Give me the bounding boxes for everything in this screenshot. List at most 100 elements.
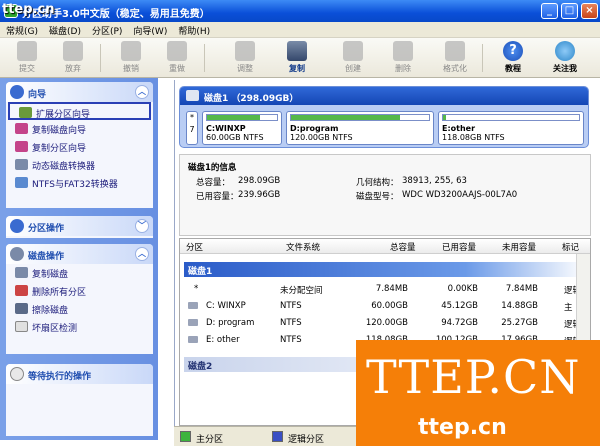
- disk-info-title: 磁盘1的信息: [188, 163, 237, 173]
- disk-ops-icon: [10, 247, 24, 261]
- pending-ops-panel: 等待执行的操作: [6, 364, 153, 436]
- logical-legend-label: 逻辑分区: [288, 435, 325, 445]
- minimize-button[interactable]: _: [541, 3, 558, 19]
- disk-ops-header[interactable]: 磁盘操作 ︿: [6, 244, 153, 264]
- maximize-button[interactable]: □: [561, 3, 578, 19]
- left-sidebar: 向导 ︿ 扩展分区向导 复制磁盘向导 复制分区向导 动态磁盘转换器 NTFS与FA…: [0, 78, 158, 440]
- disk-map-header: 磁盘1 （298.09GB）: [180, 87, 588, 105]
- create-button[interactable]: 创建: [334, 40, 372, 76]
- used-capacity: 239.96GB: [238, 190, 281, 200]
- partition-ops-header[interactable]: 分区操作 ﹀: [6, 216, 153, 236]
- logical-legend-swatch: [272, 431, 283, 442]
- toolbar-separator: [204, 44, 205, 72]
- title-bar: 分区助手3.0中文版（稳定、易用且免费） ttep.cn _ □ ×: [0, 0, 600, 22]
- table-row[interactable]: C: WINXP NTFS 60.00GB 45.12GB 14.88GB 主: [180, 298, 590, 315]
- toolbar: 提交 放弃 撤销 重做 调整 复制 创建 删除 格式化 ? 教程 关注我: [0, 38, 600, 78]
- partition-icon: [19, 107, 32, 118]
- pending-ops-header[interactable]: 等待执行的操作: [6, 364, 153, 384]
- help-icon: ?: [503, 41, 523, 61]
- menu-general[interactable]: 常规(G): [0, 22, 43, 37]
- table-row[interactable]: D: program NTFS 120.00GB 94.72GB 25.27GB 逻辑: [180, 315, 590, 332]
- copy-button[interactable]: 复制: [278, 40, 316, 76]
- menu-help[interactable]: 帮助(H): [172, 22, 215, 37]
- delete-button[interactable]: 删除: [384, 40, 422, 76]
- wizard-panel: 向导 ︿ 扩展分区向导 复制磁盘向导 复制分区向导 动态磁盘转换器 NTFS与FA…: [6, 82, 153, 208]
- disk-model: WDC WD3200AAJS-00L7A0: [402, 190, 518, 200]
- pending-icon: [10, 367, 24, 381]
- usage-bar: [442, 114, 580, 121]
- wizard-ntfs-fat32[interactable]: NTFS与FAT32转换器: [6, 174, 153, 192]
- wizard-extend-partition[interactable]: 扩展分区向导: [8, 102, 151, 120]
- wizard-icon: [10, 85, 24, 99]
- delete-all-icon: [15, 285, 28, 296]
- disk-op-wipe[interactable]: 擦除磁盘: [6, 300, 153, 318]
- convert-icon: [15, 177, 28, 188]
- collapse-chevron-icon[interactable]: ︿: [135, 85, 149, 99]
- menu-partition[interactable]: 分区(P): [86, 22, 127, 37]
- menu-wizard[interactable]: 向导(W): [127, 22, 172, 37]
- partition-ops-icon: [10, 219, 24, 233]
- collapse-chevron-icon[interactable]: ︿: [135, 247, 149, 261]
- geometry: 38913, 255, 63: [402, 176, 467, 186]
- primary-legend-swatch: [180, 431, 191, 442]
- disk-op-bad-sector[interactable]: 坏扇区检测: [6, 318, 153, 336]
- dynamic-disk-icon: [15, 159, 28, 170]
- unallocated-block[interactable]: * 7: [186, 111, 198, 145]
- watermark-small-text: ttep.cn: [418, 415, 507, 440]
- menu-bar: 常规(G) 磁盘(D) 分区(P) 向导(W) 帮助(H): [0, 22, 600, 38]
- follow-button[interactable]: 关注我: [546, 40, 584, 76]
- tutorial-button[interactable]: ? 教程: [494, 40, 532, 76]
- table-header: 分区 文件系统 总容量 已用容量 未用容量 标记: [180, 239, 590, 254]
- partition-icon: [188, 302, 198, 309]
- discard-icon: [63, 41, 83, 61]
- wizard-copy-partition[interactable]: 复制分区向导: [6, 138, 153, 156]
- globe-icon: [555, 41, 575, 61]
- partition-block-c[interactable]: C:WINXP 60.00GB NTFS: [202, 111, 282, 145]
- col-used[interactable]: 已用容量: [442, 241, 476, 253]
- checkmark-icon: [17, 41, 37, 61]
- delete-icon: [393, 41, 413, 61]
- close-button[interactable]: ×: [581, 3, 598, 19]
- submit-button[interactable]: 提交: [8, 40, 46, 76]
- wipe-icon: [15, 303, 28, 314]
- redo-icon: [167, 41, 187, 61]
- redo-button[interactable]: 重做: [158, 40, 196, 76]
- wizard-copy-disk[interactable]: 复制磁盘向导: [6, 120, 153, 138]
- format-icon: [445, 41, 465, 61]
- undo-button[interactable]: 撤销: [112, 40, 150, 76]
- logo-watermark: ttep.cn: [2, 2, 55, 17]
- menu-disk[interactable]: 磁盘(D): [43, 22, 86, 37]
- undo-icon: [121, 41, 141, 61]
- disk-op-delete-all[interactable]: 删除所有分区: [6, 282, 153, 300]
- partition-block-d[interactable]: D:program 120.00GB NTFS: [286, 111, 434, 145]
- partition-copy-icon: [15, 141, 28, 152]
- disk-op-copy[interactable]: 复制磁盘: [6, 264, 153, 282]
- wizard-dynamic-disk[interactable]: 动态磁盘转换器: [6, 156, 153, 174]
- toolbar-separator: [100, 44, 101, 72]
- partition-block-e[interactable]: E:other 118.08GB NTFS: [438, 111, 584, 145]
- disk1-group-row[interactable]: 磁盘1: [184, 262, 586, 277]
- wizard-panel-header[interactable]: 向导 ︿: [6, 82, 153, 102]
- adjust-button[interactable]: 调整: [226, 40, 264, 76]
- discard-button[interactable]: 放弃: [54, 40, 92, 76]
- disk-copy-icon: [15, 267, 28, 278]
- format-button[interactable]: 格式化: [436, 40, 474, 76]
- disk-info-panel: 磁盘1的信息 总容量： 298.09GB 几何结构： 38913, 255, 63 已…: [179, 154, 591, 236]
- copy-disk-icon: [287, 41, 307, 61]
- toolbar-separator: [482, 44, 483, 72]
- table-row[interactable]: * 未分配空间 7.84MB 0.00KB 7.84MB 逻辑: [180, 281, 590, 298]
- watermark-big-text: TTEP.CN: [366, 350, 581, 404]
- usage-bar: [206, 114, 278, 121]
- resize-icon: [235, 41, 255, 61]
- disk-ops-panel: 磁盘操作 ︿ 复制磁盘 删除所有分区 擦除磁盘 坏扇区检测: [6, 244, 153, 354]
- disk-copy-icon: [15, 123, 28, 134]
- disk-icon: [186, 90, 199, 101]
- col-filesystem[interactable]: 文件系统: [286, 241, 320, 253]
- col-partition[interactable]: 分区: [186, 241, 203, 253]
- partition-ops-panel: 分区操作 ﹀: [6, 216, 153, 238]
- disk-map: 磁盘1 （298.09GB） * 7 C:WINXP 60.00GB NTFS D:…: [179, 86, 589, 148]
- expand-chevron-icon[interactable]: ﹀: [135, 219, 149, 233]
- col-flag[interactable]: 标记: [562, 241, 579, 253]
- col-free[interactable]: 未用容量: [502, 241, 536, 253]
- col-total[interactable]: 总容量: [390, 241, 416, 253]
